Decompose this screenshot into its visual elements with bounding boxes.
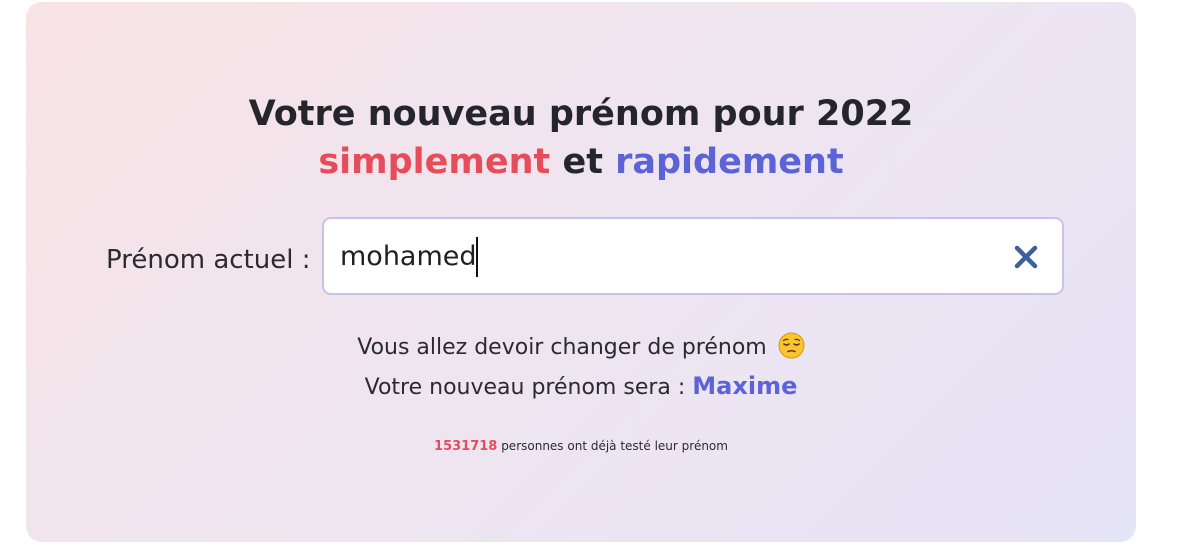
clear-button[interactable] xyxy=(1012,243,1040,271)
current-name-label: Prénom actuel : xyxy=(106,245,311,275)
title-word-and: et xyxy=(562,142,603,182)
title-line-1: Votre nouveau prénom pour 2022 xyxy=(248,94,914,134)
tested-counter: 1531718 personnes ont déjà testé leur pr… xyxy=(26,439,1136,454)
text-caret xyxy=(476,237,478,277)
new-name-message: Votre nouveau prénom sera : Maxime xyxy=(26,370,1136,404)
new-name-prefix: Votre nouveau prénom sera : xyxy=(364,375,686,400)
current-name-input[interactable] xyxy=(340,219,980,293)
tested-count: 1531718 xyxy=(434,439,498,454)
new-name-value: Maxime xyxy=(692,372,798,400)
page-title: Votre nouveau prénom pour 2022 simplemen… xyxy=(26,90,1136,186)
change-name-text: Vous allez devoir changer de prénom xyxy=(357,335,767,360)
close-icon[interactable] xyxy=(1012,243,1040,271)
title-line-2: simplement et rapidement xyxy=(26,138,1136,186)
current-name-field[interactable] xyxy=(322,217,1064,295)
main-card: Votre nouveau prénom pour 2022 simplemen… xyxy=(26,2,1136,542)
pensive-face-icon xyxy=(778,332,805,359)
change-name-message: Vous allez devoir changer de prénom xyxy=(26,332,1136,364)
tested-count-suffix: personnes ont déjà testé leur prénom xyxy=(501,439,728,453)
title-word-quickly: rapidement xyxy=(615,142,844,182)
title-word-simply: simplement xyxy=(318,142,551,182)
